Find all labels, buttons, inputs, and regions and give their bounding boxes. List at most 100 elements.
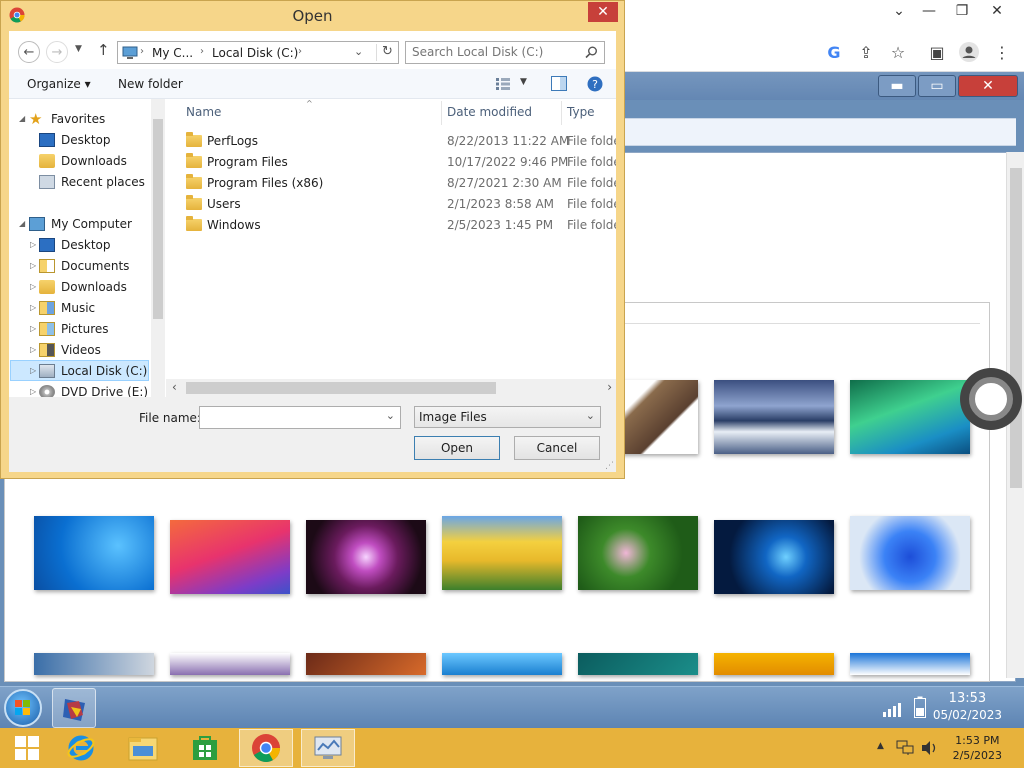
chevron-down-icon[interactable]: ⌄ bbox=[586, 409, 595, 422]
column-divider[interactable] bbox=[561, 101, 562, 125]
wallpaper-thumbnail[interactable] bbox=[850, 653, 970, 675]
wallpaper-thumbnail[interactable] bbox=[714, 520, 834, 594]
tree-item-recent-places[interactable]: Recent places bbox=[39, 172, 145, 192]
file-list-horizontal-scrollbar[interactable]: ‹ › bbox=[166, 379, 616, 397]
open-button[interactable]: Open bbox=[414, 436, 500, 460]
remote-close-button[interactable]: ✕ bbox=[958, 75, 1018, 97]
dialog-close-button[interactable]: ✕ bbox=[588, 2, 618, 22]
preview-pane-icon[interactable] bbox=[551, 76, 567, 91]
internet-explorer-taskbar-button[interactable] bbox=[54, 729, 108, 767]
organize-button[interactable]: Organize ▾ bbox=[27, 77, 91, 91]
file-row[interactable]: Program Files 10/17/2022 9:46 PM File fo… bbox=[166, 152, 616, 173]
file-row[interactable]: Windows 2/5/2023 1:45 PM File folder bbox=[166, 215, 616, 236]
column-header-name[interactable]: Name bbox=[186, 105, 221, 119]
close-window-button[interactable]: ✕ bbox=[980, 0, 1014, 22]
cancel-button[interactable]: Cancel bbox=[514, 436, 600, 460]
column-header-type[interactable]: Type bbox=[567, 105, 595, 119]
wallpaper-thumbnail[interactable] bbox=[850, 380, 970, 454]
tree-item-downloads[interactable]: Downloads bbox=[39, 277, 127, 297]
collapsed-arrow-icon[interactable]: ▷ bbox=[30, 261, 36, 270]
tree-item-downloads[interactable]: Downloads bbox=[39, 151, 127, 171]
forward-arrow-icon[interactable]: → bbox=[46, 41, 68, 63]
breadcrumb-local-disk[interactable]: Local Disk (C:) bbox=[212, 46, 298, 60]
chevron-down-icon[interactable]: ⌄ bbox=[882, 0, 916, 22]
recent-locations-chevron-icon[interactable]: ▼ bbox=[75, 44, 82, 54]
expanded-arrow-icon[interactable]: ◢ bbox=[19, 219, 25, 228]
tree-item-desktop[interactable]: Desktop bbox=[39, 130, 111, 150]
collapsed-arrow-icon[interactable]: ▷ bbox=[30, 303, 36, 312]
wallpaper-thumbnail[interactable] bbox=[306, 520, 426, 594]
scrollbar-thumb[interactable] bbox=[186, 382, 496, 394]
search-icon[interactable] bbox=[585, 46, 598, 59]
resize-grip-icon[interactable]: ⋰ bbox=[605, 461, 614, 471]
scrollbar-thumb[interactable] bbox=[153, 119, 163, 319]
view-dropdown-chevron-icon[interactable]: ▼ bbox=[520, 77, 527, 87]
collapsed-arrow-icon[interactable]: ▷ bbox=[30, 366, 36, 375]
chrome-taskbar-button[interactable] bbox=[239, 729, 293, 767]
tree-item-desktop[interactable]: Desktop bbox=[39, 235, 111, 255]
tree-item-documents[interactable]: Documents bbox=[39, 256, 129, 276]
floating-action-button[interactable] bbox=[960, 368, 1022, 430]
wallpaper-thumbnail[interactable] bbox=[442, 516, 562, 590]
collapsed-arrow-icon[interactable]: ▷ bbox=[30, 282, 36, 291]
file-row[interactable]: Program Files (x86) 8/27/2021 2:30 AM Fi… bbox=[166, 173, 616, 194]
collapsed-arrow-icon[interactable]: ▷ bbox=[30, 345, 36, 354]
wallpaper-thumbnail[interactable] bbox=[34, 653, 154, 675]
scroll-left-icon[interactable]: ‹ bbox=[172, 380, 177, 394]
wallpaper-thumbnail[interactable] bbox=[578, 653, 698, 675]
wallpaper-thumbnail[interactable] bbox=[714, 653, 834, 675]
column-divider[interactable] bbox=[441, 101, 442, 125]
dialog-titlebar[interactable]: Open ✕ bbox=[1, 1, 624, 31]
search-input[interactable] bbox=[412, 45, 582, 59]
start-button[interactable] bbox=[0, 729, 54, 767]
file-row[interactable]: PerfLogs 8/22/2013 11:22 AM File folder bbox=[166, 131, 616, 152]
address-bar[interactable]: › My C... › Local Disk (C:) › ⌄ ↻ bbox=[117, 41, 399, 64]
tree-item-videos[interactable]: Videos bbox=[39, 340, 101, 360]
remote-taskbar-app[interactable] bbox=[52, 688, 96, 728]
remote-minimize-button[interactable]: ▬ bbox=[878, 75, 916, 97]
battery-icon[interactable] bbox=[914, 696, 926, 718]
wallpaper-thumbnail[interactable] bbox=[34, 516, 154, 590]
network-icon[interactable] bbox=[896, 740, 914, 756]
remote-viewer-taskbar-button[interactable] bbox=[301, 729, 355, 767]
search-box[interactable] bbox=[405, 41, 605, 64]
profile-icon[interactable] bbox=[957, 40, 981, 64]
collapsed-arrow-icon[interactable]: ▷ bbox=[30, 240, 36, 249]
remote-start-button[interactable] bbox=[4, 689, 42, 727]
collapsed-arrow-icon[interactable]: ▷ bbox=[30, 387, 36, 396]
expanded-arrow-icon[interactable]: ◢ bbox=[19, 114, 25, 123]
tree-item-pictures[interactable]: Pictures bbox=[39, 319, 109, 339]
help-icon[interactable]: ? bbox=[587, 76, 603, 92]
view-options-icon[interactable] bbox=[496, 78, 510, 90]
tree-item-dvd-drive[interactable]: DVD Drive (E:) CD bbox=[39, 382, 164, 397]
store-taskbar-button[interactable] bbox=[178, 729, 232, 767]
file-type-select[interactable]: Image Files ⌄ bbox=[414, 406, 601, 428]
chevron-down-icon[interactable]: ⌄ bbox=[386, 409, 395, 422]
restore-button[interactable]: ❐ bbox=[945, 0, 979, 22]
tree-item-music[interactable]: Music bbox=[39, 298, 95, 318]
tree-item-my-computer[interactable]: My Computer bbox=[29, 214, 132, 234]
remote-clock[interactable]: 13:53 05/02/2023 bbox=[933, 691, 1002, 723]
file-explorer-taskbar-button[interactable] bbox=[116, 729, 170, 767]
wallpaper-thumbnail[interactable] bbox=[714, 380, 834, 454]
wallpaper-thumbnail[interactable] bbox=[170, 520, 290, 594]
remote-scrollbar-thumb[interactable] bbox=[1010, 168, 1022, 488]
google-icon[interactable]: G bbox=[822, 40, 846, 64]
remote-maximize-button[interactable]: ▭ bbox=[918, 75, 956, 97]
address-dropdown-icon[interactable]: ⌄ bbox=[354, 45, 363, 58]
wallpaper-thumbnail[interactable] bbox=[306, 653, 426, 675]
collapsed-arrow-icon[interactable]: ▷ bbox=[30, 324, 36, 333]
scroll-right-icon[interactable]: › bbox=[607, 380, 612, 394]
bookmark-star-icon[interactable]: ☆ bbox=[886, 40, 910, 64]
show-hidden-icons-chevron-icon[interactable]: ▲ bbox=[877, 741, 884, 751]
file-row[interactable]: Users 2/1/2023 8:58 AM File folder bbox=[166, 194, 616, 215]
minimize-button[interactable]: — bbox=[912, 0, 946, 22]
tree-item-favorites[interactable]: ★ Favorites bbox=[29, 109, 105, 129]
wallpaper-thumbnail[interactable] bbox=[578, 516, 698, 590]
menu-kebab-icon[interactable]: ⋮ bbox=[990, 40, 1014, 64]
back-arrow-icon[interactable]: ← bbox=[18, 41, 40, 63]
volume-icon[interactable] bbox=[921, 740, 939, 756]
wallpaper-thumbnail[interactable] bbox=[850, 516, 970, 590]
breadcrumb-my-computer[interactable]: My C... bbox=[152, 46, 193, 60]
up-arrow-icon[interactable]: ↑ bbox=[97, 41, 110, 59]
